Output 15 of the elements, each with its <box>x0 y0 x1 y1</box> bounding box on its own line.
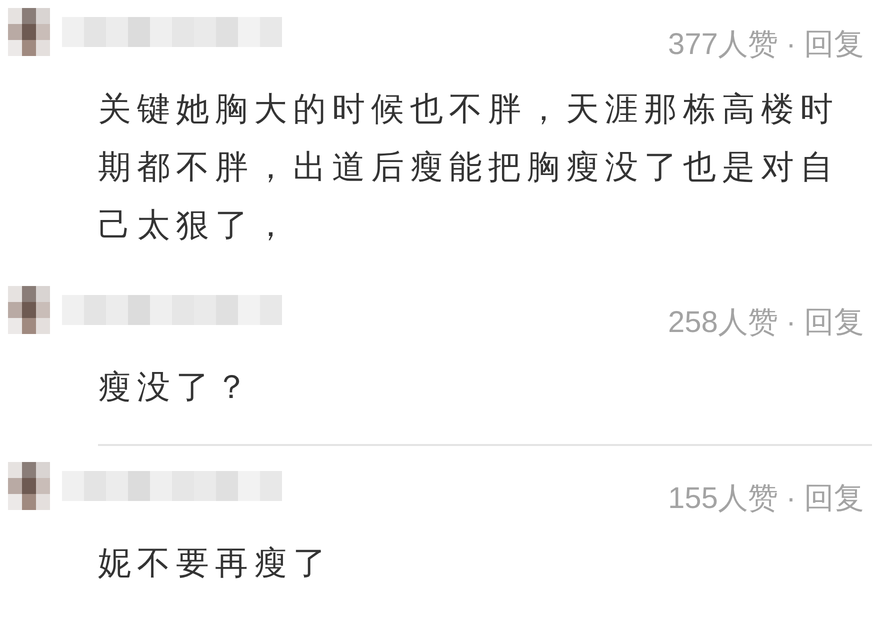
like-count: 155人赞 <box>668 480 778 516</box>
like-count: 258人赞 <box>668 304 778 340</box>
reply-button[interactable]: 回复 <box>804 22 864 66</box>
separator-dot: · <box>786 26 796 62</box>
reply-button[interactable]: 回复 <box>804 476 864 520</box>
comment-text: 妮不要再瘦了 <box>98 543 333 583</box>
pixelated-avatar <box>8 462 50 510</box>
comment-text: 瘦没了？ <box>98 367 255 407</box>
separator-dot: · <box>786 480 796 516</box>
pixelated-avatar <box>8 286 50 334</box>
separator-dot: · <box>786 304 796 340</box>
comment-text: 关键她胸大的时候也不胖，天涯那栋高楼时期都不胖，出道后瘦能把胸瘦没了也是对自己太狠了， <box>98 89 840 245</box>
reply-button[interactable]: 回复 <box>804 300 864 344</box>
like-count: 377人赞 <box>668 26 778 62</box>
pixelated-avatar <box>8 8 50 56</box>
